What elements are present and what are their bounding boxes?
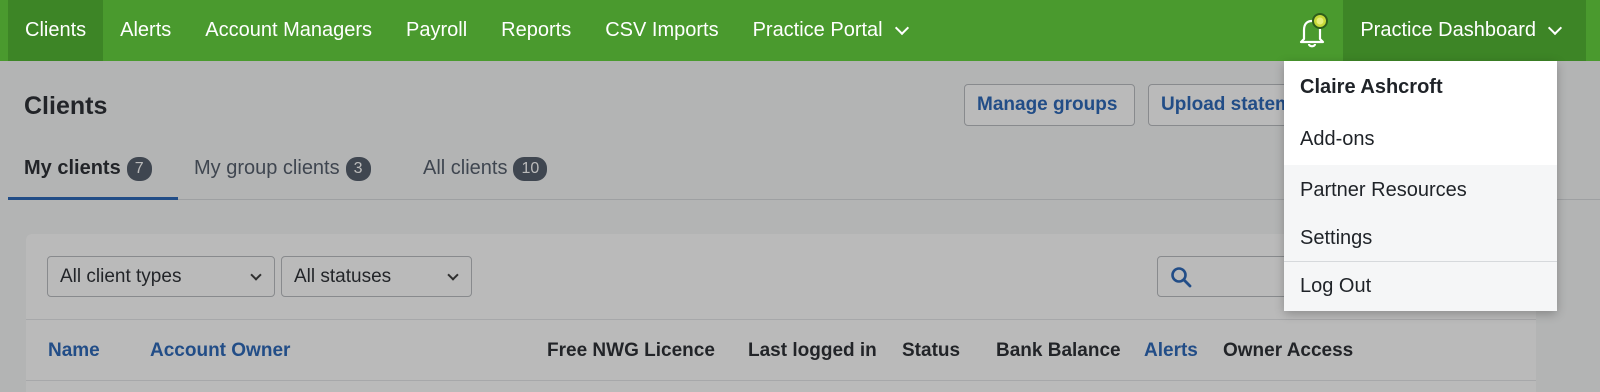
nav-item-label: Practice Portal (752, 19, 883, 41)
nav-item-reports[interactable]: Reports (484, 0, 588, 61)
chevron-down-icon (1547, 20, 1563, 35)
practice-dashboard-menu[interactable]: Practice Dashboard (1343, 0, 1586, 61)
nav-item-practice-portal[interactable]: Practice Portal (736, 0, 924, 61)
practice-dashboard-label: Practice Dashboard (1360, 19, 1536, 41)
top-navigation: Clients Alerts Account Managers Payroll … (0, 0, 1600, 61)
chevron-down-icon (894, 20, 909, 35)
nav-item-label: Payroll (406, 19, 468, 41)
nav-item-clients[interactable]: Clients (8, 0, 104, 61)
dropdown-item-settings[interactable]: Settings (1284, 215, 1557, 262)
practice-dashboard-dropdown: Claire Ashcroft Add-ons Partner Resource… (1284, 61, 1557, 311)
nav-item-label: CSV Imports (605, 19, 719, 41)
nav-item-account-managers[interactable]: Account Managers (188, 0, 389, 61)
nav-item-csv-imports[interactable]: CSV Imports (588, 0, 735, 61)
dropdown-item-log-out[interactable]: Log Out (1284, 262, 1557, 311)
nav-item-label: Reports (501, 19, 572, 41)
dropdown-user-name: Claire Ashcroft (1300, 75, 1443, 98)
nav-item-label: Alerts (120, 19, 172, 41)
notifications-button[interactable] (1281, 0, 1343, 61)
dropdown-item-partner-resources[interactable]: Partner Resources (1284, 165, 1557, 215)
dropdown-item-add-ons[interactable]: Add-ons (1284, 113, 1557, 165)
nav-right: Practice Dashboard (1281, 0, 1600, 61)
bell-icon (1300, 12, 1329, 47)
nav-item-label: Account Managers (205, 19, 373, 41)
nav-item-payroll[interactable]: Payroll (389, 0, 484, 61)
nav-item-label: Clients (25, 19, 87, 41)
nav-item-alerts[interactable]: Alerts (103, 0, 188, 61)
